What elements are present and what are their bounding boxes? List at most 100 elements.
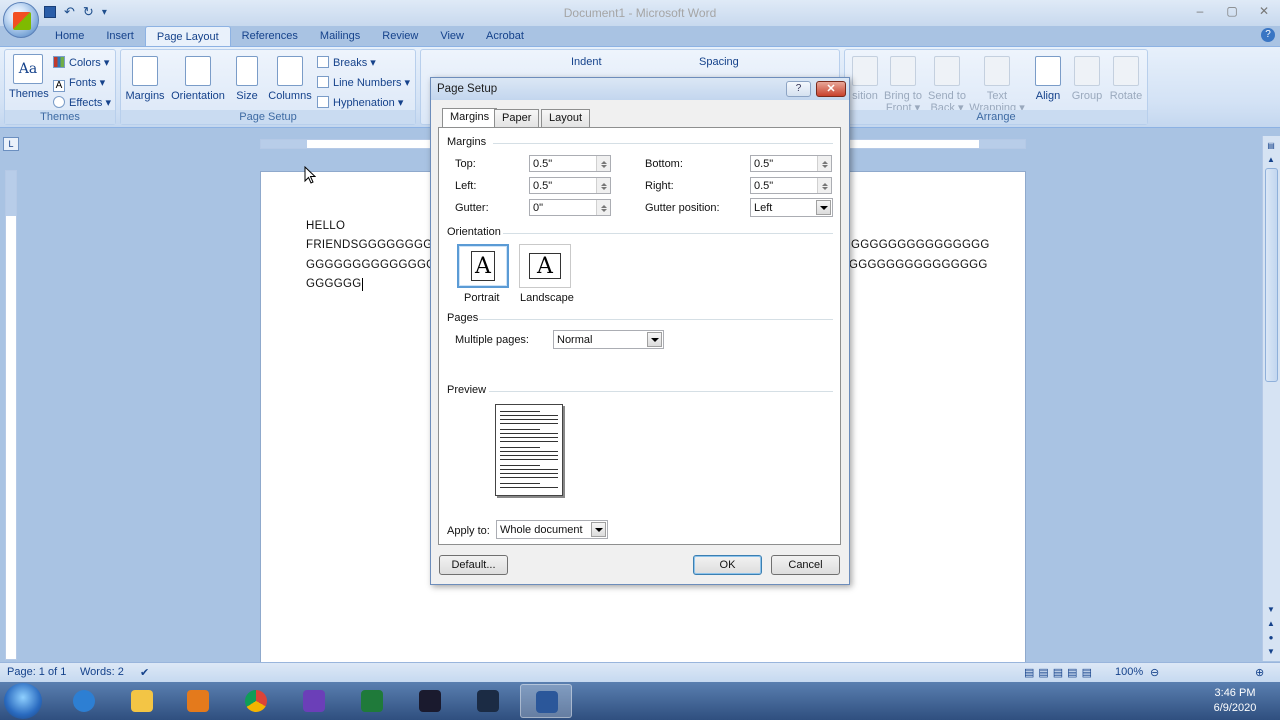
tab-selector-button[interactable]: L bbox=[3, 137, 19, 151]
portrait-option[interactable]: A bbox=[457, 244, 509, 288]
scroll-up-icon[interactable]: ▲ bbox=[1264, 154, 1278, 166]
tab-view[interactable]: View bbox=[429, 26, 475, 46]
taskbar-ie[interactable] bbox=[58, 684, 110, 718]
position-icon bbox=[852, 56, 878, 86]
preview-line bbox=[500, 419, 558, 420]
tab-acrobat[interactable]: Acrobat bbox=[475, 26, 535, 46]
left-label: Left: bbox=[455, 180, 477, 192]
bottom-margin-input[interactable]: 0.5" bbox=[750, 155, 832, 172]
dialog-title: Page Setup bbox=[437, 83, 498, 95]
preview-section-label: Preview bbox=[447, 384, 487, 396]
tab-references[interactable]: References bbox=[231, 26, 309, 46]
previous-page-icon[interactable]: ▲ bbox=[1264, 618, 1278, 630]
view-buttons[interactable]: ▤▤▤▤▤ bbox=[1024, 666, 1096, 679]
right-spin-icon[interactable] bbox=[817, 178, 831, 193]
dialog-help-button[interactable]: ? bbox=[786, 81, 811, 97]
document-line: HELLO bbox=[306, 220, 346, 232]
start-button[interactable] bbox=[4, 683, 42, 719]
scroll-down-icon[interactable]: ▼ bbox=[1264, 604, 1278, 616]
left-margin-input[interactable]: 0.5" bbox=[529, 177, 611, 194]
word-count[interactable]: Words: 2 bbox=[80, 666, 124, 678]
close-window-button[interactable]: ✕ bbox=[1248, 0, 1280, 22]
taskbar-recorder[interactable] bbox=[404, 684, 456, 718]
effects-button[interactable]: Effects ▾ bbox=[53, 96, 111, 109]
tab-insert[interactable]: Insert bbox=[95, 26, 145, 46]
tab-layout[interactable]: Layout bbox=[541, 109, 591, 127]
taskbar-excel[interactable] bbox=[346, 684, 398, 718]
line-numbers-button[interactable]: Line Numbers ▾ bbox=[317, 76, 410, 89]
vertical-ruler[interactable] bbox=[5, 170, 17, 660]
proofing-icon[interactable]: ✔ bbox=[140, 666, 149, 679]
tab-review[interactable]: Review bbox=[371, 26, 429, 46]
zoom-level[interactable]: 100% bbox=[1115, 666, 1143, 678]
tab-home[interactable]: Home bbox=[44, 26, 95, 46]
colors-button[interactable]: Colors ▾ bbox=[53, 56, 109, 69]
landscape-option[interactable]: A bbox=[519, 244, 571, 288]
ok-button[interactable]: OK bbox=[693, 555, 762, 575]
left-spin-icon[interactable] bbox=[596, 178, 610, 193]
preview-line bbox=[500, 437, 558, 438]
send-to-back-button[interactable]: Send to Back ▾ bbox=[925, 56, 969, 114]
page-setup-dialog: Page Setup ? ✕ Margins Paper Layout Marg… bbox=[430, 77, 850, 585]
size-button[interactable]: Size bbox=[233, 56, 261, 102]
top-spin-icon[interactable] bbox=[596, 156, 610, 171]
right-margin-input[interactable]: 0.5" bbox=[750, 177, 832, 194]
gutter-position-select[interactable]: Left bbox=[750, 198, 833, 217]
taskbar-chrome[interactable] bbox=[230, 684, 282, 718]
page-count[interactable]: Page: 1 of 1 bbox=[7, 666, 66, 678]
rotate-button[interactable]: Rotate bbox=[1107, 56, 1145, 102]
columns-button[interactable]: Columns bbox=[267, 56, 313, 102]
themes-group-label: Themes bbox=[5, 110, 115, 124]
bottom-spin-icon[interactable] bbox=[817, 156, 831, 171]
zoom-out-icon[interactable]: ⊖ bbox=[1150, 666, 1159, 679]
ruler-toggle-icon[interactable]: ▤ bbox=[1264, 140, 1278, 152]
minimize-button[interactable]: – bbox=[1184, 0, 1216, 22]
tab-margins[interactable]: Margins bbox=[442, 108, 498, 128]
clock[interactable]: 3:46 PM 6/9/2020 bbox=[1200, 686, 1270, 716]
page-preview bbox=[495, 404, 563, 496]
taskbar-explorer[interactable] bbox=[116, 684, 168, 718]
cancel-button[interactable]: Cancel bbox=[771, 555, 840, 575]
top-margin-input[interactable]: 0.5" bbox=[529, 155, 611, 172]
position-button[interactable]: sition bbox=[847, 56, 883, 102]
breaks-button[interactable]: Breaks ▾ bbox=[317, 56, 376, 69]
folder-icon bbox=[131, 690, 153, 712]
browse-object-icon[interactable]: ● bbox=[1264, 632, 1278, 644]
apply-to-label: Apply to: bbox=[447, 525, 490, 537]
themes-button[interactable]: Aa Themes bbox=[9, 54, 49, 100]
dialog-close-button[interactable]: ✕ bbox=[816, 81, 846, 97]
tab-page-layout[interactable]: Page Layout bbox=[144, 26, 231, 46]
tab-paper[interactable]: Paper bbox=[494, 109, 540, 127]
apply-to-select[interactable]: Whole document bbox=[496, 520, 608, 539]
size-icon bbox=[236, 56, 258, 86]
zoom-in-icon[interactable]: ⊕ bbox=[1255, 666, 1264, 679]
chevron-down-icon[interactable] bbox=[816, 200, 831, 215]
bring-to-front-button[interactable]: Bring to Front ▾ bbox=[881, 56, 925, 114]
taskbar-monitor[interactable] bbox=[462, 684, 514, 718]
multiple-pages-select[interactable]: Normal bbox=[553, 330, 664, 349]
window-controls: – ▢ ✕ bbox=[1184, 0, 1280, 22]
default-button[interactable]: Default... bbox=[439, 555, 508, 575]
scroll-thumb[interactable] bbox=[1265, 168, 1278, 382]
office-button[interactable] bbox=[3, 2, 39, 38]
fonts-button[interactable]: A Fonts ▾ bbox=[53, 76, 105, 92]
align-button[interactable]: Align bbox=[1031, 56, 1065, 102]
text-wrapping-button[interactable]: Text Wrapping ▾ bbox=[969, 56, 1025, 114]
help-icon[interactable]: ? bbox=[1261, 28, 1275, 42]
orientation-button[interactable]: Orientation bbox=[169, 56, 227, 102]
taskbar-word[interactable] bbox=[520, 684, 572, 718]
tab-mailings[interactable]: Mailings bbox=[309, 26, 371, 46]
maximize-button[interactable]: ▢ bbox=[1216, 0, 1248, 22]
status-bar: Page: 1 of 1 Words: 2 ✔ ▤▤▤▤▤ 100% ⊖ ⊕ bbox=[0, 662, 1280, 682]
bottom-label: Bottom: bbox=[645, 158, 683, 170]
taskbar-media[interactable] bbox=[172, 684, 224, 718]
next-page-icon[interactable]: ▼ bbox=[1264, 646, 1278, 658]
taskbar-app[interactable] bbox=[288, 684, 340, 718]
margins-button[interactable]: Margins bbox=[125, 56, 165, 102]
group-button[interactable]: Group bbox=[1069, 56, 1105, 102]
gutter-input[interactable]: 0" bbox=[529, 199, 611, 216]
chevron-down-icon[interactable] bbox=[647, 332, 662, 347]
gutter-spin-icon[interactable] bbox=[596, 200, 610, 215]
hyphenation-button[interactable]: Hyphenation ▾ bbox=[317, 96, 403, 109]
chevron-down-icon[interactable] bbox=[591, 522, 606, 537]
